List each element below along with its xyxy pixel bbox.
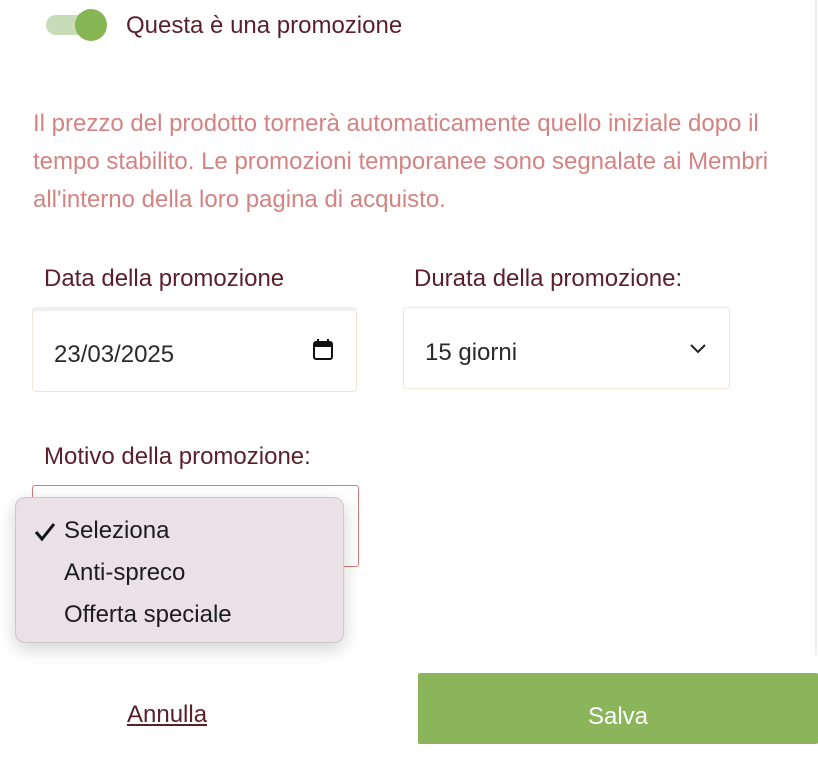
save-button[interactable]: Salva xyxy=(418,673,818,744)
duration-value: 15 giorni xyxy=(425,339,518,366)
toggle-knob xyxy=(75,9,107,41)
chevron-down-icon xyxy=(690,344,706,354)
promotion-toggle-label: Questa è una promozione xyxy=(126,12,403,39)
promotion-toggle[interactable] xyxy=(46,9,108,41)
calendar-icon[interactable] xyxy=(312,339,334,361)
panel-divider xyxy=(815,0,817,655)
duration-field-label: Durata della promozione: xyxy=(414,265,683,292)
menu-item-seleziona[interactable]: Seleziona xyxy=(64,517,169,545)
reason-dropdown-menu: Seleziona Anti-spreco Offerta speciale xyxy=(15,497,344,643)
promotion-info-text: Il prezzo del prodotto tornerà automatic… xyxy=(33,110,769,213)
promotion-duration-select[interactable]: 15 giorni xyxy=(403,307,730,389)
date-field-label: Data della promozione xyxy=(44,265,285,292)
menu-item-anti-spreco[interactable]: Anti-spreco xyxy=(64,559,185,587)
checkmark-icon xyxy=(34,523,56,542)
promotion-date-input[interactable]: 23/03/2025 xyxy=(32,307,357,392)
menu-item-offerta-speciale[interactable]: Offerta speciale xyxy=(64,601,232,629)
date-value: 23/03/2025 xyxy=(54,341,175,368)
reason-field-label: Motivo della promozione: xyxy=(44,443,311,470)
cancel-button[interactable]: Annulla xyxy=(127,701,207,729)
